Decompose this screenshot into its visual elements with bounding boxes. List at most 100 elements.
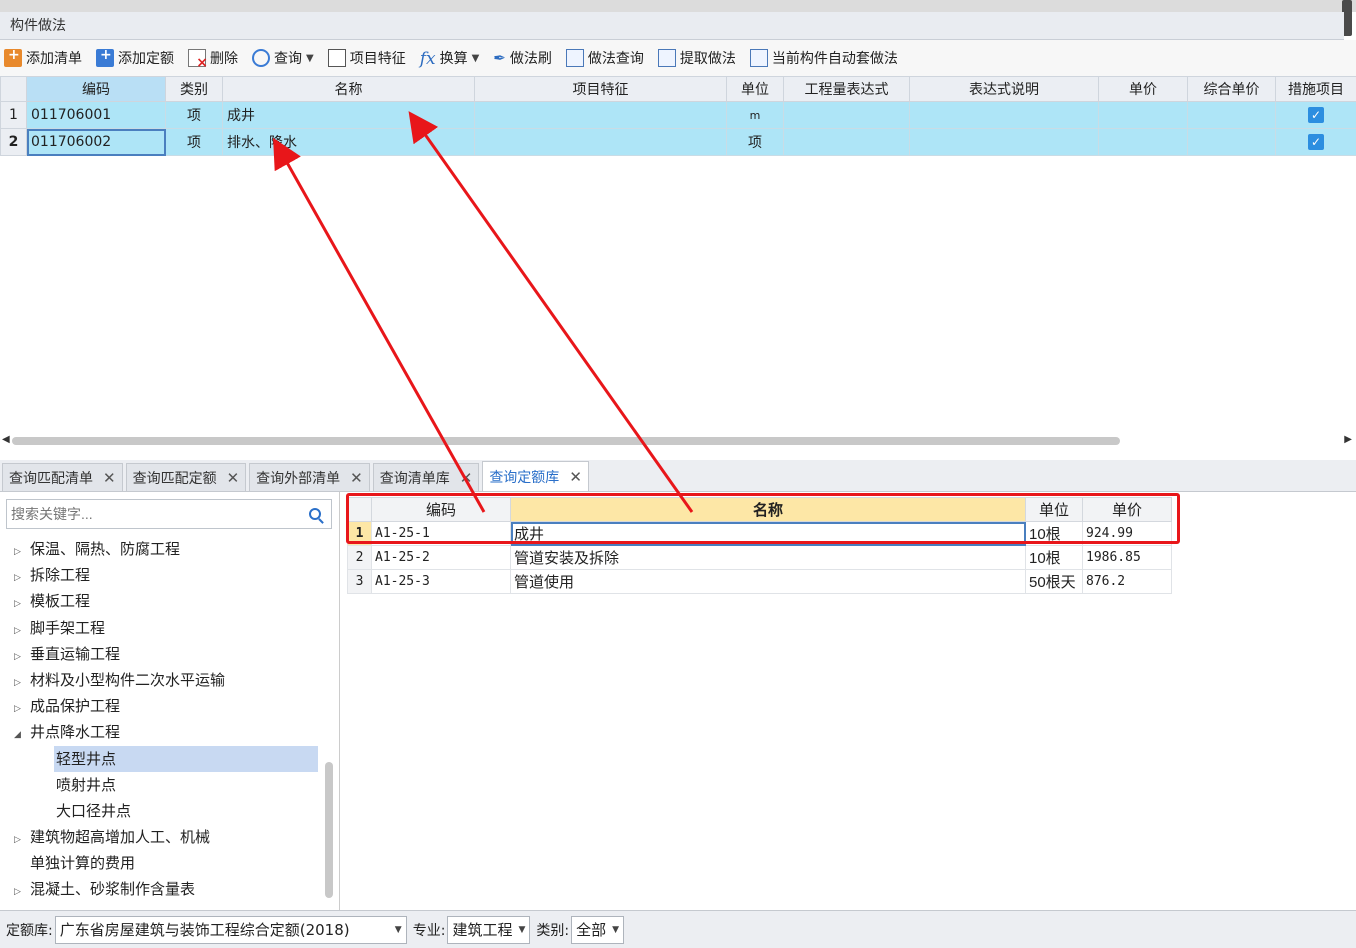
col-header[interactable]: 单价: [1098, 76, 1188, 102]
table-row[interactable]: 1 011706001 项 成井 m ✓: [0, 101, 1356, 129]
scroll-right-icon[interactable]: ▶: [1344, 434, 1352, 445]
name-cell[interactable]: 成井: [510, 521, 1026, 546]
expression-cell[interactable]: [783, 101, 910, 129]
add-quota-button[interactable]: 添加定额: [96, 47, 174, 68]
unit-cell[interactable]: 10根: [1025, 521, 1083, 546]
tab-list-library[interactable]: 查询清单库 ✕: [372, 463, 480, 491]
measure-checkbox[interactable]: ✓: [1308, 134, 1324, 150]
expression-desc-cell[interactable]: [909, 128, 1099, 156]
measure-cell[interactable]: ✓: [1275, 101, 1356, 129]
measure-cell[interactable]: ✓: [1275, 128, 1356, 156]
price-cell[interactable]: [1098, 128, 1188, 156]
price-cell[interactable]: [1098, 101, 1188, 129]
col-header[interactable]: 名称: [222, 76, 475, 102]
category-select[interactable]: 全部 ▼: [571, 915, 625, 944]
col-header[interactable]: 单位: [726, 76, 784, 102]
price-cell[interactable]: 876.2: [1082, 569, 1172, 594]
expression-desc-cell[interactable]: [909, 101, 1099, 129]
tree-item[interactable]: ▷ 建筑物超高增加人工、机械: [0, 824, 322, 850]
method-query-button[interactable]: 做法查询: [565, 48, 644, 68]
table-row[interactable]: 2 011706002 项 排水、降水 项 ✓: [0, 128, 1356, 156]
price-cell[interactable]: 1986.85: [1082, 545, 1172, 570]
name-cell[interactable]: 管道使用: [510, 569, 1026, 594]
code-cell[interactable]: A1-25-1: [371, 521, 511, 546]
expand-arrow-icon[interactable]: ▷: [14, 696, 28, 722]
name-cell[interactable]: 管道安装及拆除: [510, 545, 1026, 570]
tab-external-list[interactable]: 查询外部清单 ✕: [249, 463, 370, 491]
search-input[interactable]: [7, 500, 297, 528]
name-cell[interactable]: 成井: [222, 101, 475, 129]
quota-lib-select[interactable]: 广东省房屋建筑与装饰工程综合定额(2018) ▼: [54, 915, 407, 944]
total-price-cell[interactable]: [1187, 101, 1276, 129]
col-header[interactable]: 表达式说明: [909, 76, 1099, 102]
price-cell[interactable]: 924.99: [1082, 521, 1172, 546]
name-cell[interactable]: 排水、降水: [222, 128, 475, 156]
tree-item[interactable]: ▷ 拆除工程: [0, 562, 322, 588]
tree-item[interactable]: 喷射井点: [0, 772, 322, 798]
tree-item[interactable]: ▷ 保温、隔热、防腐工程: [0, 536, 322, 562]
major-select[interactable]: 建筑工程 ▼: [447, 915, 531, 944]
unit-cell[interactable]: 10根: [1025, 545, 1083, 570]
row-number[interactable]: 2: [0, 128, 27, 156]
horizontal-scrollbar[interactable]: ◀ ▶: [0, 434, 1356, 448]
convert-dropdown-icon[interactable]: ▼: [472, 53, 480, 64]
extract-button[interactable]: 提取做法: [657, 48, 736, 68]
code-cell[interactable]: 011706002: [26, 128, 166, 156]
col-header[interactable]: 措施项目: [1275, 76, 1356, 102]
tab-match-quota[interactable]: 查询匹配定额 ✕: [125, 463, 247, 491]
col-header[interactable]: 单位: [1025, 497, 1083, 522]
feature-button[interactable]: 项目特征: [327, 48, 406, 68]
table-row[interactable]: 1 A1-25-1 成井 10根 924.99: [347, 521, 1172, 546]
measure-checkbox[interactable]: ✓: [1308, 107, 1324, 123]
close-icon[interactable]: ✕: [227, 469, 240, 487]
code-cell[interactable]: 011706001: [26, 101, 166, 129]
expand-arrow-icon[interactable]: ▷: [14, 670, 28, 696]
expand-arrow-icon[interactable]: ▷: [14, 565, 28, 591]
scroll-left-icon[interactable]: ◀: [2, 434, 10, 445]
close-icon[interactable]: ✕: [569, 468, 582, 486]
expression-cell[interactable]: [783, 128, 910, 156]
tree-item[interactable]: 大口径井点: [0, 798, 322, 824]
expand-arrow-icon[interactable]: ▷: [14, 618, 28, 644]
close-icon[interactable]: ✕: [460, 469, 473, 487]
tree-item[interactable]: ▷ 材料及小型构件二次水平运输: [0, 667, 322, 693]
feature-cell[interactable]: [474, 101, 727, 129]
scrollbar-thumb[interactable]: [12, 437, 1120, 445]
search-box[interactable]: [6, 499, 332, 529]
expand-arrow-icon[interactable]: ▷: [14, 644, 28, 670]
tree-item[interactable]: ▷ 混凝土、砂浆制作含量表: [0, 876, 322, 902]
expand-arrow-icon[interactable]: ▷: [14, 591, 28, 617]
close-icon[interactable]: ✕: [350, 469, 363, 487]
expand-arrow-icon[interactable]: ▷: [14, 827, 28, 853]
col-header[interactable]: 工程量表达式: [783, 76, 910, 102]
table-row[interactable]: 3 A1-25-3 管道使用 50根天 876.2: [347, 569, 1172, 594]
search-icon[interactable]: [309, 508, 321, 520]
row-number[interactable]: 2: [347, 545, 372, 570]
query-dropdown-icon[interactable]: ▼: [306, 53, 314, 64]
col-header[interactable]: 编码: [26, 76, 166, 102]
tab-match-list[interactable]: 查询匹配清单 ✕: [2, 463, 123, 491]
col-header[interactable]: 项目特征: [474, 76, 727, 102]
tree-item[interactable]: ▷ 脚手架工程: [0, 615, 322, 641]
add-list-button[interactable]: 添加清单: [4, 47, 82, 68]
code-cell[interactable]: A1-25-3: [371, 569, 511, 594]
col-header[interactable]: 编码: [371, 497, 511, 522]
unit-cell[interactable]: 项: [726, 128, 784, 156]
row-number[interactable]: 1: [0, 101, 27, 129]
type-cell[interactable]: 项: [165, 128, 223, 156]
total-price-cell[interactable]: [1187, 128, 1276, 156]
method-brush-button[interactable]: ✒ 做法刷: [493, 48, 552, 68]
tree-scrollbar[interactable]: [325, 762, 333, 898]
expand-arrow-icon[interactable]: ▷: [14, 539, 28, 565]
table-row[interactable]: 2 A1-25-2 管道安装及拆除 10根 1986.85: [347, 545, 1172, 570]
expand-arrow-icon[interactable]: ▷: [14, 879, 28, 905]
feature-cell[interactable]: [474, 128, 727, 156]
convert-button[interactable]: fx 换算 ▼: [420, 48, 480, 69]
tree-item[interactable]: 单独计算的费用: [0, 850, 322, 876]
col-header[interactable]: 名称: [510, 497, 1026, 522]
code-cell[interactable]: A1-25-2: [371, 545, 511, 570]
unit-cell[interactable]: m: [726, 101, 784, 129]
tree-item[interactable]: ▷ 垂直运输工程: [0, 641, 322, 667]
type-cell[interactable]: 项: [165, 101, 223, 129]
row-number[interactable]: 1: [347, 521, 372, 546]
